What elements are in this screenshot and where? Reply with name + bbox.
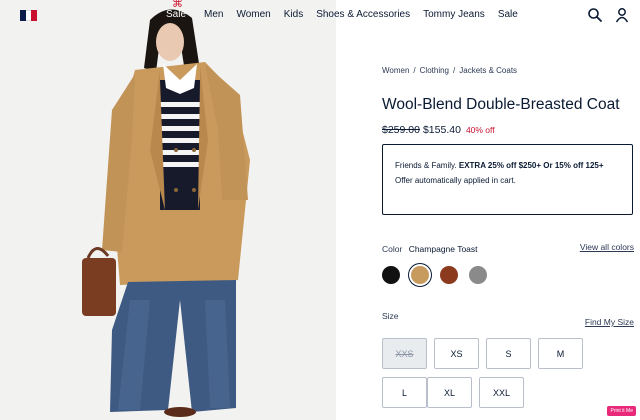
size-l-button[interactable]: L xyxy=(382,377,427,408)
find-my-size-link[interactable]: Find My Size xyxy=(585,317,634,327)
breadcrumb-jackets-coats[interactable]: Jackets & Coats xyxy=(459,66,517,75)
promo-offer: EXTRA 25% off $250+ Or 15% off 125+ xyxy=(458,161,604,170)
size-selector-header: Size Find My Size xyxy=(382,311,634,327)
promo-note: Offer automatically applied in cart. xyxy=(395,176,516,185)
flag-logo-icon[interactable] xyxy=(20,10,38,21)
nav-item-kids[interactable]: Kids xyxy=(284,9,303,20)
sale-price: $155.40 xyxy=(422,124,461,136)
size-options: XXS XS S M L XL XXL xyxy=(382,338,634,416)
search-icon[interactable] xyxy=(587,7,603,23)
main-nav: ⌘ Sale Men Women Kids Shoes & Accessorie… xyxy=(166,0,531,20)
nav-holiday-label: Sale xyxy=(166,9,187,20)
site-header: ⌘ Sale Men Women Kids Shoes & Accessorie… xyxy=(0,0,640,30)
price-row: $259.00 $155.40 40% off xyxy=(382,124,495,136)
nav-item-tommy-jeans[interactable]: Tommy Jeans xyxy=(423,9,485,20)
nav-item-men[interactable]: Men xyxy=(204,9,223,20)
print-badge[interactable]: Print it Me xyxy=(607,406,636,416)
size-xl-button[interactable]: XL xyxy=(427,377,472,408)
swatch-grey[interactable] xyxy=(469,266,487,284)
nav-item-women[interactable]: Women xyxy=(236,9,270,20)
promo-lead: Friends & Family. xyxy=(395,161,457,170)
size-xxs-button[interactable]: XXS xyxy=(382,338,427,369)
nav-item-shoes-accessories[interactable]: Shoes & Accessories xyxy=(316,9,410,20)
size-label: Size xyxy=(382,311,399,321)
nav-item-holiday[interactable]: ⌘ Sale xyxy=(166,0,190,20)
nav-item-sale[interactable]: Sale xyxy=(498,9,518,20)
swatch-black[interactable] xyxy=(382,266,400,284)
bow-icon: ⌘ xyxy=(172,0,183,10)
model-photo xyxy=(0,0,336,420)
size-s-button[interactable]: S xyxy=(486,338,531,369)
selected-color: Champagne Toast xyxy=(408,244,478,254)
breadcrumb-separator: / xyxy=(453,66,456,75)
breadcrumb-separator: / xyxy=(413,66,416,75)
size-m-button[interactable]: M xyxy=(538,338,583,369)
size-xxl-button[interactable]: XXL xyxy=(479,377,524,408)
view-all-colors-link[interactable]: View all colors xyxy=(580,242,634,252)
promo-box: Friends & Family. EXTRA 25% off $250+ Or… xyxy=(382,144,633,215)
promo-text: Friends & Family. EXTRA 25% off $250+ Or… xyxy=(395,158,620,173)
breadcrumb: Women / Clothing / Jackets & Coats xyxy=(382,66,517,75)
breadcrumb-clothing[interactable]: Clothing xyxy=(420,66,449,75)
original-price: $259.00 xyxy=(382,124,420,136)
breadcrumb-women[interactable]: Women xyxy=(382,66,409,75)
product-image[interactable] xyxy=(0,0,336,420)
color-label: Color xyxy=(382,244,403,254)
account-icon[interactable] xyxy=(614,7,630,23)
swatch-champagne-toast[interactable] xyxy=(411,266,429,284)
size-xs-button[interactable]: XS xyxy=(434,338,479,369)
color-swatches xyxy=(382,266,498,284)
discount-badge: 40% off xyxy=(465,125,495,135)
product-title: Wool-Blend Double-Breasted Coat xyxy=(382,96,620,113)
color-selector-header: Color Champagne Toast View all colors xyxy=(382,242,634,254)
swatch-brown[interactable] xyxy=(440,266,458,284)
